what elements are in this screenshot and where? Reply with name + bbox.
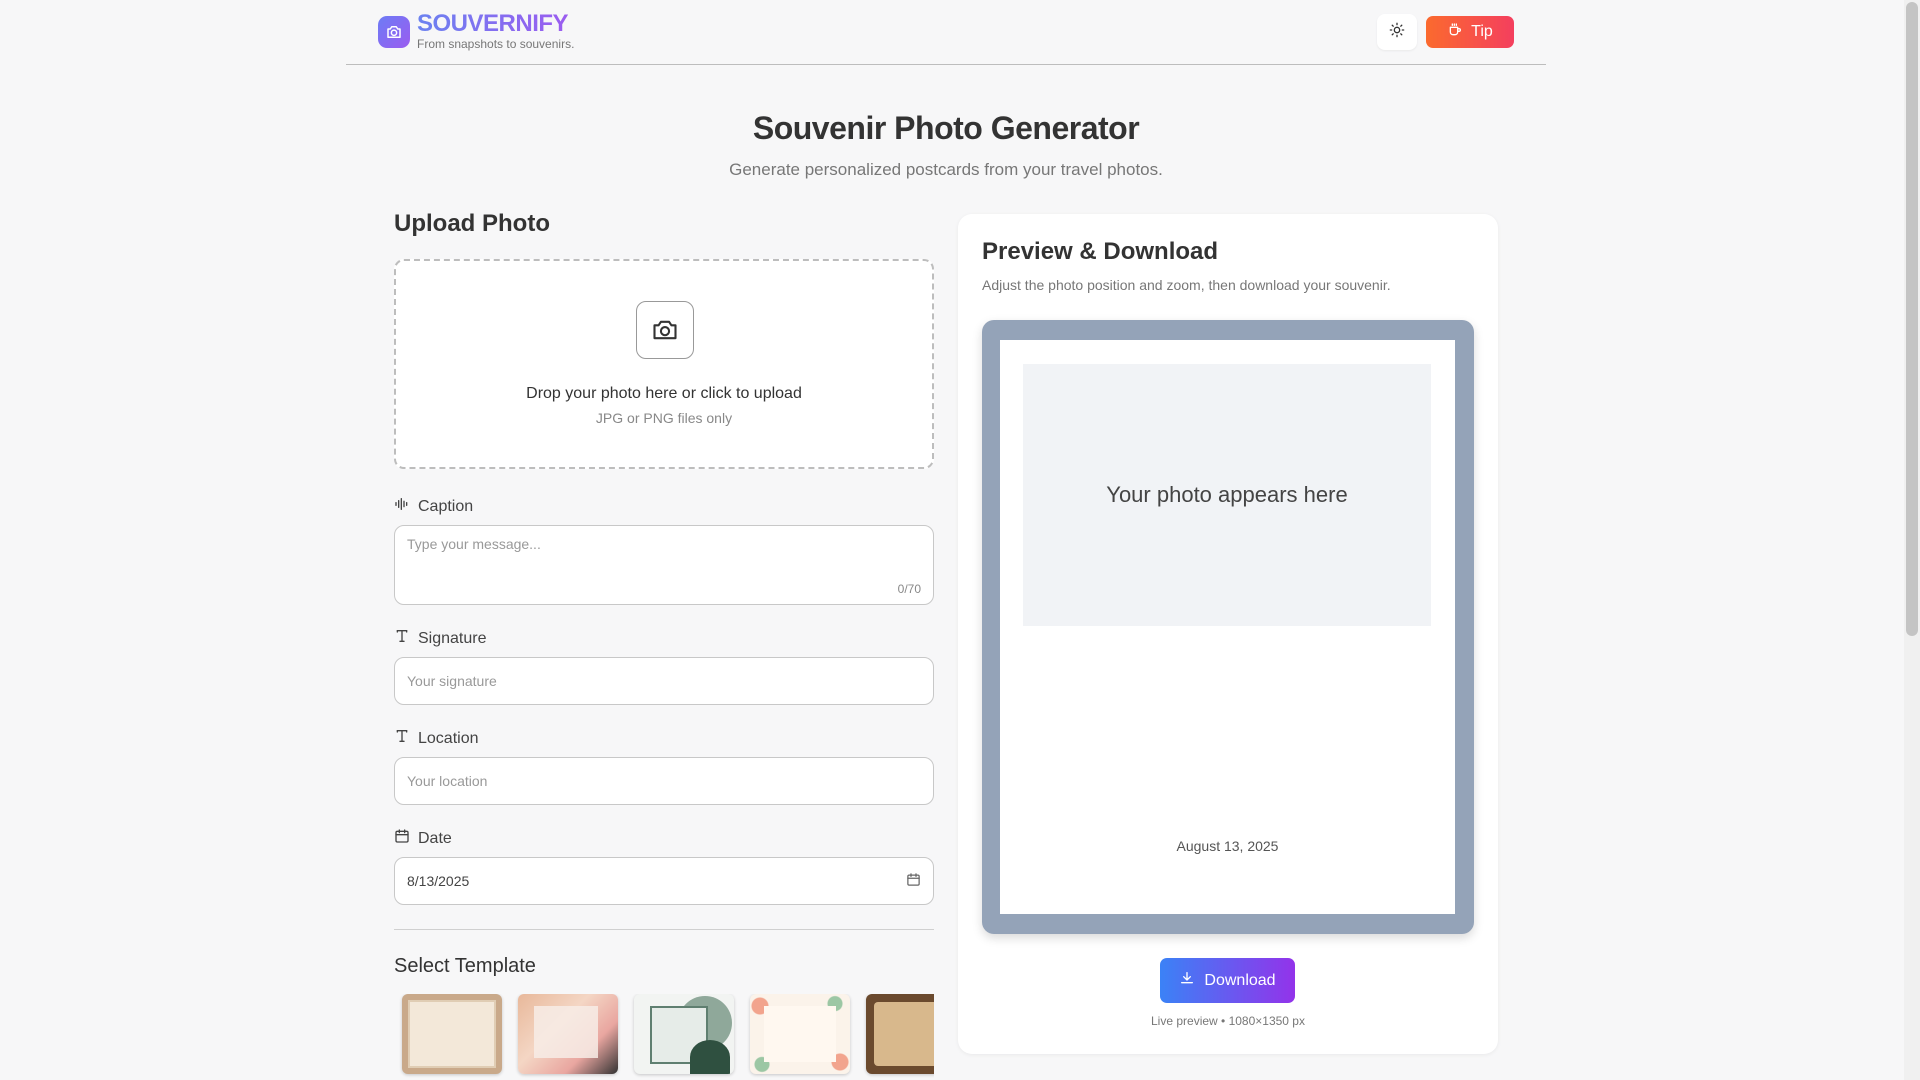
- caption-placeholder: Type your message...: [407, 536, 541, 552]
- theme-toggle-button[interactable]: [1377, 14, 1417, 50]
- download-icon: [1179, 970, 1195, 991]
- caption-label: Caption: [394, 496, 473, 517]
- signature-label: Signature: [394, 628, 487, 649]
- app-header: SOUVERNIFY From snapshots to souvenirs. …: [346, 0, 1546, 65]
- caption-char-count: 0/70: [897, 582, 921, 596]
- photo-placeholder[interactable]: Your photo appears here: [1023, 364, 1431, 626]
- preview-title: Preview & Download: [982, 238, 1219, 265]
- signature-placeholder: Your signature: [407, 673, 497, 689]
- template-vintage-paper[interactable]: [866, 994, 934, 1074]
- form-column: Upload Photo Drop your photo here or cli…: [394, 210, 934, 1074]
- template-list: [394, 994, 934, 1080]
- template-tropical-leaves[interactable]: [634, 994, 734, 1074]
- date-input[interactable]: 8/13/2025: [394, 857, 934, 905]
- photo-dropzone[interactable]: Drop your photo here or click to upload …: [394, 259, 934, 469]
- upload-title: Drop your photo here or click to upload: [526, 385, 802, 402]
- template-floral-border[interactable]: [750, 994, 850, 1074]
- postcard-preview[interactable]: Your photo appears here August 13, 2025: [982, 320, 1474, 934]
- upload-hint: JPG or PNG files only: [595, 410, 733, 426]
- sun-icon: [1389, 22, 1405, 43]
- postcard-date: August 13, 2025: [1176, 838, 1279, 854]
- template-heading: Select Template: [394, 955, 536, 977]
- location-placeholder: Your location: [407, 773, 488, 789]
- brand-title: SOUVERNIFY: [417, 10, 569, 37]
- preview-meta: Live preview • 1080×1350 px: [1151, 1014, 1305, 1028]
- scrollbar-thumb[interactable]: [1906, 2, 1918, 636]
- page-subtitle: Generate personalized postcards from you…: [729, 160, 1163, 179]
- download-label: Download: [1204, 971, 1276, 989]
- section-divider: [394, 929, 934, 930]
- signature-input[interactable]: Your signature: [394, 657, 934, 705]
- camera-icon: [378, 16, 410, 48]
- date-label: Date: [394, 828, 452, 849]
- text-type-icon: [394, 728, 410, 749]
- tip-button[interactable]: Tip: [1426, 16, 1514, 48]
- postcard-canvas: Your photo appears here August 13, 2025: [1000, 340, 1455, 914]
- preview-description: Adjust the photo position and zoom, then…: [982, 277, 1391, 293]
- caption-textarea[interactable]: Type your message... 0/70: [394, 525, 934, 605]
- page-title: Souvenir Photo Generator: [752, 110, 1140, 146]
- calendar-icon[interactable]: [906, 872, 921, 890]
- upload-heading: Upload Photo: [394, 210, 550, 237]
- audio-wave-icon: [394, 496, 410, 517]
- download-button[interactable]: Download: [1160, 958, 1295, 1003]
- calendar-icon: [394, 828, 410, 849]
- template-watercolor-abstract[interactable]: [518, 994, 618, 1074]
- location-label: Location: [394, 728, 479, 749]
- template-classic-frame[interactable]: [402, 994, 502, 1074]
- brand-tagline: From snapshots to souvenirs.: [417, 37, 575, 51]
- location-input[interactable]: Your location: [394, 757, 934, 805]
- date-value: 8/13/2025: [407, 873, 470, 889]
- text-type-icon: [394, 628, 410, 649]
- camera-icon: [636, 301, 694, 359]
- preview-card: Preview & Download Adjust the photo posi…: [958, 214, 1498, 1054]
- page-scrollbar[interactable]: [1904, 0, 1920, 1080]
- tip-label: Tip: [1471, 23, 1493, 40]
- coffee-cup-icon: [1447, 22, 1463, 43]
